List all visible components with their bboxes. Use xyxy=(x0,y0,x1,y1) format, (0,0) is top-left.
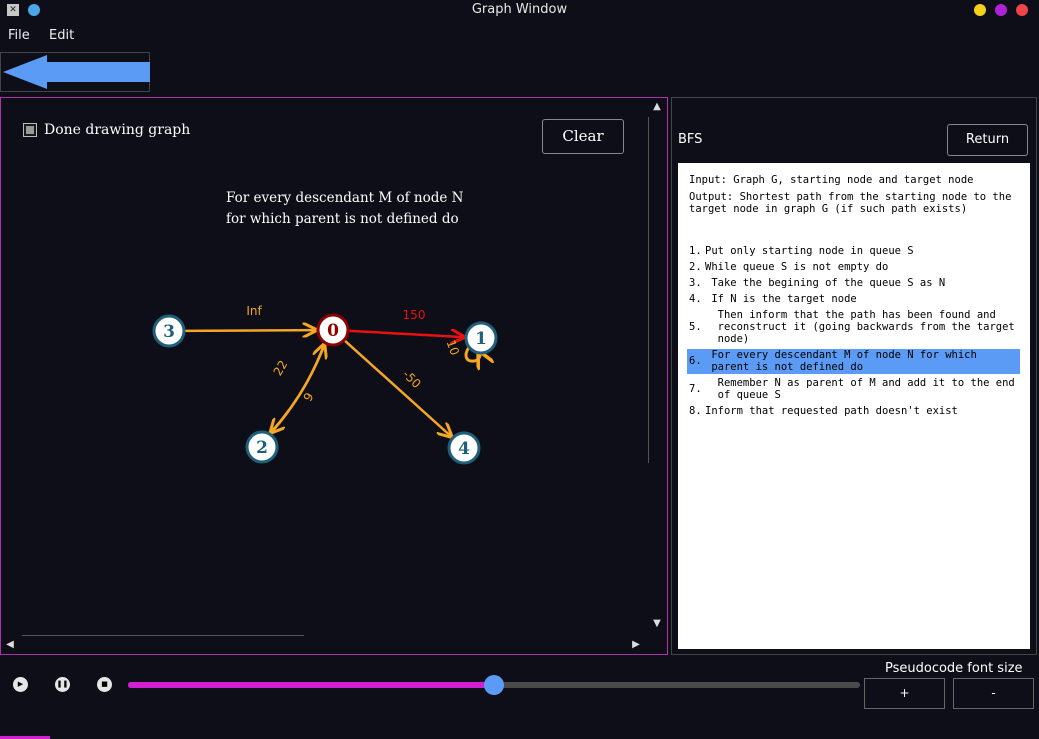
pseudocode-line-text: Then inform that the path has been found… xyxy=(705,309,996,321)
graph-edge-3-0 xyxy=(183,330,316,331)
pseudocode-line-number: 8. xyxy=(689,405,702,417)
pseudocode-line: Put only starting node in queue S xyxy=(705,245,914,257)
font-decrease-button[interactable]: - xyxy=(953,678,1034,709)
pseudocode-line: Then inform that the path has been found… xyxy=(705,309,1015,345)
pseudocode-line-text: Inform that requested path doesn't exist xyxy=(705,405,958,417)
font-increase-button[interactable]: + xyxy=(864,678,945,709)
pseudocode-line-number: 6. xyxy=(689,355,702,367)
graph-node-label: 2 xyxy=(256,438,268,458)
pseudocode-line-text: Remember N as parent of M and add it to … xyxy=(705,377,1015,389)
pseudocode-line: While queue S is not empty do xyxy=(705,261,888,273)
pseudocode-line-number: 3. xyxy=(689,277,702,289)
graph-canvas[interactable]: Inf 150 10 22 9 -50 0 1 2 3 4 xyxy=(0,0,668,650)
graph-node-0[interactable]: 0 xyxy=(316,313,350,347)
pseudocode-line-number: 1. xyxy=(689,245,702,257)
pseudocode-line-text: Put only starting node in queue S xyxy=(705,245,914,257)
graph-node-1[interactable]: 1 xyxy=(464,321,498,355)
pseudocode-line-text: parent is not defined do xyxy=(705,361,864,373)
graph-edge-0-4 xyxy=(343,339,451,437)
pseudocode-line: For every descendant M of node N for whi… xyxy=(705,349,977,373)
pseudocode-output-line: Output: Shortest path from the starting … xyxy=(689,191,1012,203)
close-button[interactable] xyxy=(1016,4,1028,16)
stop-icon[interactable]: ■ xyxy=(97,677,112,692)
font-size-label: Pseudocode font size xyxy=(885,661,1023,676)
graph-node-3[interactable]: 3 xyxy=(152,314,186,348)
graph-edge-0-2 xyxy=(271,342,327,433)
pseudocode-line-number: 5. xyxy=(689,321,702,333)
graph-node-4[interactable]: 4 xyxy=(447,431,481,465)
edge-weight-label: Inf xyxy=(246,304,262,318)
pseudocode-line: Inform that requested path doesn't exist xyxy=(705,405,958,417)
pseudocode-input: Input: Graph G, starting node and target… xyxy=(689,174,974,186)
minimize-button[interactable] xyxy=(974,4,986,16)
pseudocode-line-text: node) xyxy=(705,333,750,345)
algorithm-name: BFS xyxy=(678,132,703,147)
play-icon[interactable]: ▶ xyxy=(13,677,28,692)
edge-weight-label: 9 xyxy=(301,390,317,404)
edge-weight-label: 22 xyxy=(271,358,291,378)
edge-weight-label: 10 xyxy=(444,338,462,357)
graph-node-label: 4 xyxy=(458,439,470,459)
pseudocode-line-text: reconstruct it (going backwards from the… xyxy=(705,321,1015,333)
pseudocode-line-text: Take the begining of the queue S as N xyxy=(705,277,946,289)
pseudocode-line-number: 7. xyxy=(689,383,702,395)
maximize-button[interactable] xyxy=(995,4,1007,16)
pseudocode-line-text: of queue S xyxy=(705,389,781,401)
pseudocode-line: Remember N as parent of M and add it to … xyxy=(705,377,1015,401)
edge-weight-label: -50 xyxy=(400,367,424,391)
pseudocode-line: If N is the target node xyxy=(705,293,857,305)
graph-node-label: 3 xyxy=(163,322,175,342)
pseudocode-output: Output: Shortest path from the starting … xyxy=(689,191,1011,215)
graph-node-label: 1 xyxy=(475,329,487,349)
graph-node-label: 0 xyxy=(327,321,339,341)
pseudocode-line-text: For every descendant M of node N for whi… xyxy=(705,349,977,361)
pseudocode-line-number: 4. xyxy=(689,293,702,305)
edge-weight-label: 150 xyxy=(403,308,426,322)
graph-edge-0-1 xyxy=(347,331,464,337)
progress-fill xyxy=(128,682,494,688)
pseudocode-line-number: 2. xyxy=(689,261,702,273)
pause-icon[interactable]: ❚❚ xyxy=(55,677,70,692)
pseudocode-line-text: While queue S is not empty do xyxy=(705,261,889,273)
pseudocode-line-text: If N is the target node xyxy=(705,293,857,305)
progress-knob[interactable] xyxy=(484,675,504,695)
pseudocode-line: Take the begining of the queue S as N xyxy=(705,277,945,289)
return-button[interactable]: Return xyxy=(947,124,1028,156)
graph-node-2[interactable]: 2 xyxy=(245,430,279,464)
pseudocode-output-line: target node in graph G (if such path exi… xyxy=(689,203,968,215)
